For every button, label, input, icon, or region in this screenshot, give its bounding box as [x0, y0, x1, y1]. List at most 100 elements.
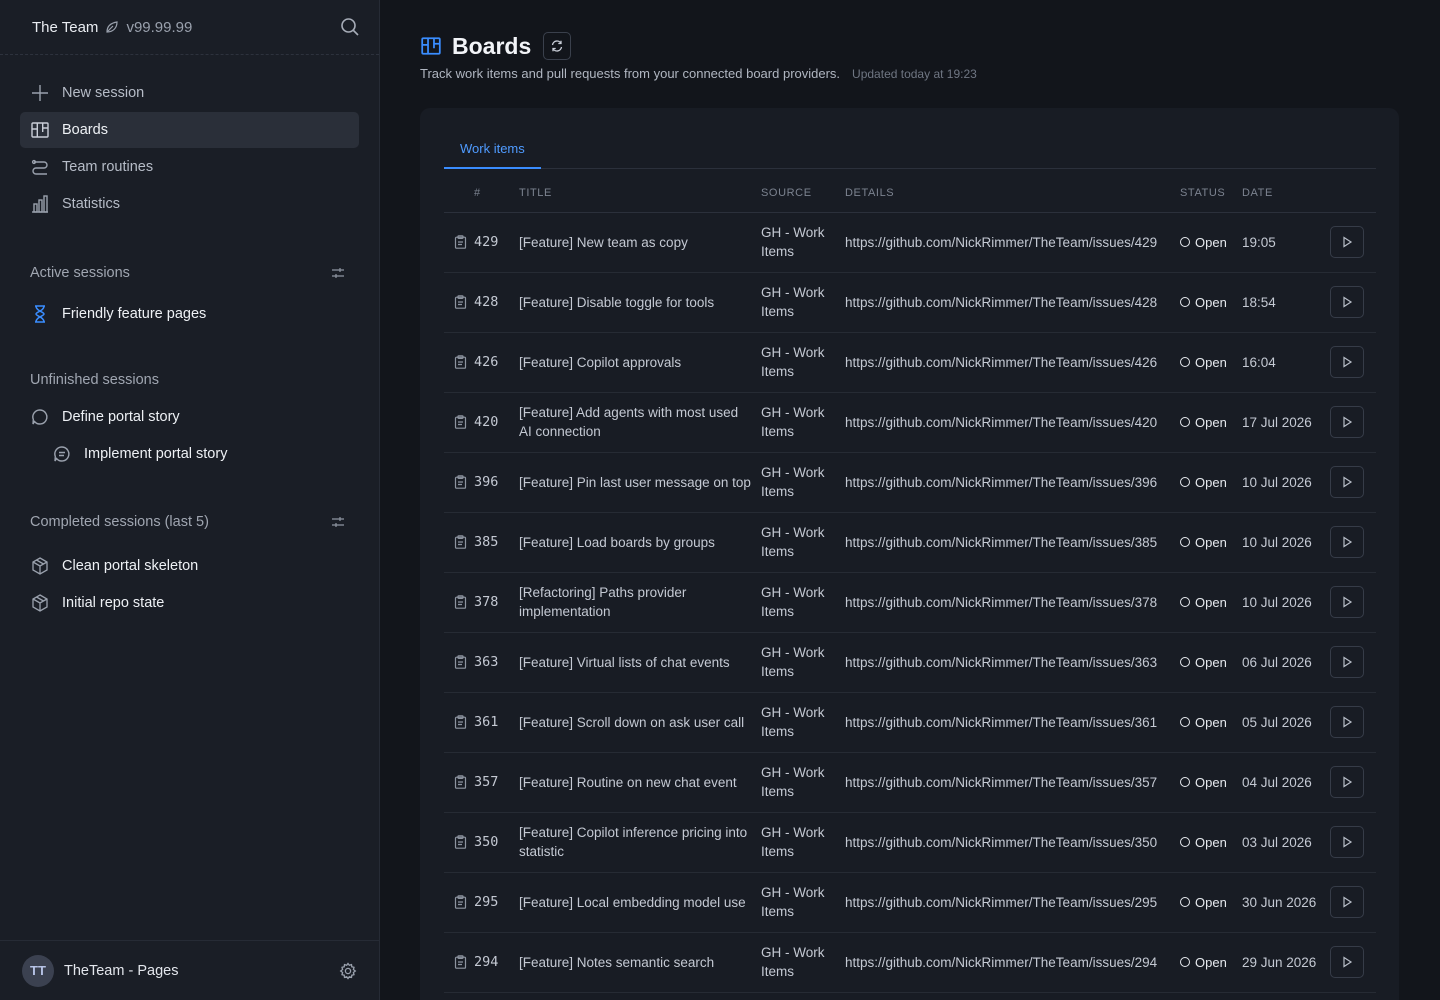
action-cell [1330, 392, 1376, 453]
nav-team-routines[interactable]: Team routines [20, 149, 359, 185]
table-header-row: # TITLE SOURCE DETAILS STATUS DATE [444, 174, 1376, 213]
nav-boards[interactable]: Boards [20, 112, 359, 148]
status-badge: Open [1180, 235, 1242, 250]
item-number: 428 [474, 272, 519, 333]
status-badge: Open [1180, 955, 1242, 970]
item-link[interactable]: https://github.com/NickRimmer/TheTeam/is… [845, 632, 1180, 693]
run-button[interactable] [1330, 586, 1364, 618]
session-item[interactable]: Friendly feature pages [20, 295, 359, 332]
play-icon [1343, 716, 1353, 728]
clipboard-icon [454, 715, 467, 729]
table-row[interactable]: 426 [Feature] Copilot approvals GH - Wor… [444, 332, 1376, 393]
filter-icon[interactable] [331, 266, 345, 280]
nav-new-session[interactable]: New session [20, 75, 359, 111]
table-row[interactable]: 429 [Feature] New team as copy GH - Work… [444, 212, 1376, 273]
play-icon [1343, 416, 1353, 428]
filter-icon[interactable] [331, 515, 345, 529]
item-title[interactable]: [Feature] Routine on new chat event [519, 752, 761, 813]
item-source: GH - Work Items [761, 332, 845, 393]
item-source: GH - Work Items [761, 512, 845, 573]
item-title[interactable]: [Feature] Local embedding model use [519, 872, 761, 933]
item-source: GH - Work Items [761, 452, 845, 513]
play-icon [1343, 836, 1353, 848]
table-row[interactable]: 385 [Feature] Load boards by groups GH -… [444, 512, 1376, 573]
refresh-button[interactable] [543, 32, 572, 60]
package-icon [32, 593, 48, 612]
item-link[interactable]: https://github.com/NickRimmer/TheTeam/is… [845, 452, 1180, 513]
work-items-table: # TITLE SOURCE DETAILS STATUS DATE 429 [… [444, 174, 1376, 993]
table-row[interactable]: 295 [Feature] Local embedding model use … [444, 872, 1376, 933]
run-button[interactable] [1330, 406, 1364, 438]
search-icon[interactable] [339, 16, 361, 38]
refresh-icon [552, 40, 563, 52]
workspace-switcher[interactable]: TT TheTeam - Pages [22, 954, 178, 987]
item-link[interactable]: https://github.com/NickRimmer/TheTeam/is… [845, 272, 1180, 333]
sidebar-footer: TT TheTeam - Pages [0, 940, 379, 1000]
item-link[interactable]: https://github.com/NickRimmer/TheTeam/is… [845, 752, 1180, 813]
run-button[interactable] [1330, 346, 1364, 378]
section-header: Active sessions [20, 258, 359, 288]
session-item[interactable]: Clean portal skeleton [20, 547, 359, 584]
table-row[interactable]: 420 [Feature] Add agents with most used … [444, 392, 1376, 453]
action-cell [1330, 632, 1376, 693]
table-row[interactable]: 428 [Feature] Disable toggle for tools G… [444, 272, 1376, 333]
item-link[interactable]: https://github.com/NickRimmer/TheTeam/is… [845, 392, 1180, 453]
run-button[interactable] [1330, 646, 1364, 678]
table-row[interactable]: 396 [Feature] Pin last user message on t… [444, 452, 1376, 513]
table-row[interactable]: 363 [Feature] Virtual lists of chat even… [444, 632, 1376, 693]
table-row[interactable]: 350 [Feature] Copilot inference pricing … [444, 812, 1376, 873]
run-button[interactable] [1330, 526, 1364, 558]
leaf-icon [106, 21, 119, 33]
item-link[interactable]: https://github.com/NickRimmer/TheTeam/is… [845, 512, 1180, 573]
item-link[interactable]: https://github.com/NickRimmer/TheTeam/is… [845, 932, 1180, 993]
item-title[interactable]: [Feature] Scroll down on ask user call [519, 692, 761, 753]
status-label: Open [1195, 954, 1227, 970]
status-badge: Open [1180, 715, 1242, 730]
tab-work-items[interactable]: Work items [444, 138, 541, 169]
nav-label: Team routines [62, 159, 154, 175]
run-button[interactable] [1330, 886, 1364, 918]
run-button[interactable] [1330, 826, 1364, 858]
status-cell: Open [1180, 452, 1242, 513]
item-title[interactable]: [Feature] Pin last user message on top [519, 452, 761, 513]
item-title[interactable]: [Feature] Copilot approvals [519, 332, 761, 393]
run-button[interactable] [1330, 466, 1364, 498]
item-title[interactable]: [Feature] Virtual lists of chat events [519, 632, 761, 693]
table-row[interactable]: 361 [Feature] Scroll down on ask user ca… [444, 692, 1376, 753]
action-cell [1330, 812, 1376, 873]
table-row[interactable]: 294 [Feature] Notes semantic search GH -… [444, 932, 1376, 993]
row-icon-cell [444, 332, 474, 393]
status-open-icon [1180, 237, 1190, 247]
item-link[interactable]: https://github.com/NickRimmer/TheTeam/is… [845, 812, 1180, 873]
table-row[interactable]: 378 [Refactoring] Paths provider impleme… [444, 572, 1376, 633]
status-cell: Open [1180, 332, 1242, 393]
gear-icon[interactable] [339, 961, 357, 980]
item-title[interactable]: [Feature] Add agents with most used AI c… [519, 392, 761, 453]
item-title[interactable]: [Feature] Load boards by groups [519, 512, 761, 573]
run-button[interactable] [1330, 226, 1364, 258]
plus-icon [32, 85, 48, 101]
nav-statistics[interactable]: Statistics [20, 186, 359, 222]
run-button[interactable] [1330, 286, 1364, 318]
run-button[interactable] [1330, 946, 1364, 978]
session-item[interactable]: Implement portal story [20, 435, 359, 472]
item-link[interactable]: https://github.com/NickRimmer/TheTeam/is… [845, 692, 1180, 753]
run-button[interactable] [1330, 766, 1364, 798]
completed-sessions: Completed sessions (last 5) Clean portal… [0, 507, 379, 621]
session-item[interactable]: Initial repo state [20, 584, 359, 621]
table-row[interactable]: 357 [Feature] Routine on new chat event … [444, 752, 1376, 813]
item-link[interactable]: https://github.com/NickRimmer/TheTeam/is… [845, 872, 1180, 933]
clipboard-icon [454, 235, 467, 249]
item-title[interactable]: [Feature] Disable toggle for tools [519, 272, 761, 333]
item-title[interactable]: [Feature] Notes semantic search [519, 932, 761, 993]
item-title[interactable]: [Feature] New team as copy [519, 212, 761, 273]
item-link[interactable]: https://github.com/NickRimmer/TheTeam/is… [845, 212, 1180, 273]
status-cell: Open [1180, 932, 1242, 993]
item-title[interactable]: [Refactoring] Paths provider implementat… [519, 572, 761, 633]
item-link[interactable]: https://github.com/NickRimmer/TheTeam/is… [845, 332, 1180, 393]
item-title[interactable]: [Feature] Copilot inference pricing into… [519, 812, 761, 873]
run-button[interactable] [1330, 706, 1364, 738]
item-link[interactable]: https://github.com/NickRimmer/TheTeam/is… [845, 572, 1180, 633]
page-subtitle: Track work items and pull requests from … [420, 66, 841, 81]
session-item[interactable]: Define portal story [20, 398, 359, 435]
